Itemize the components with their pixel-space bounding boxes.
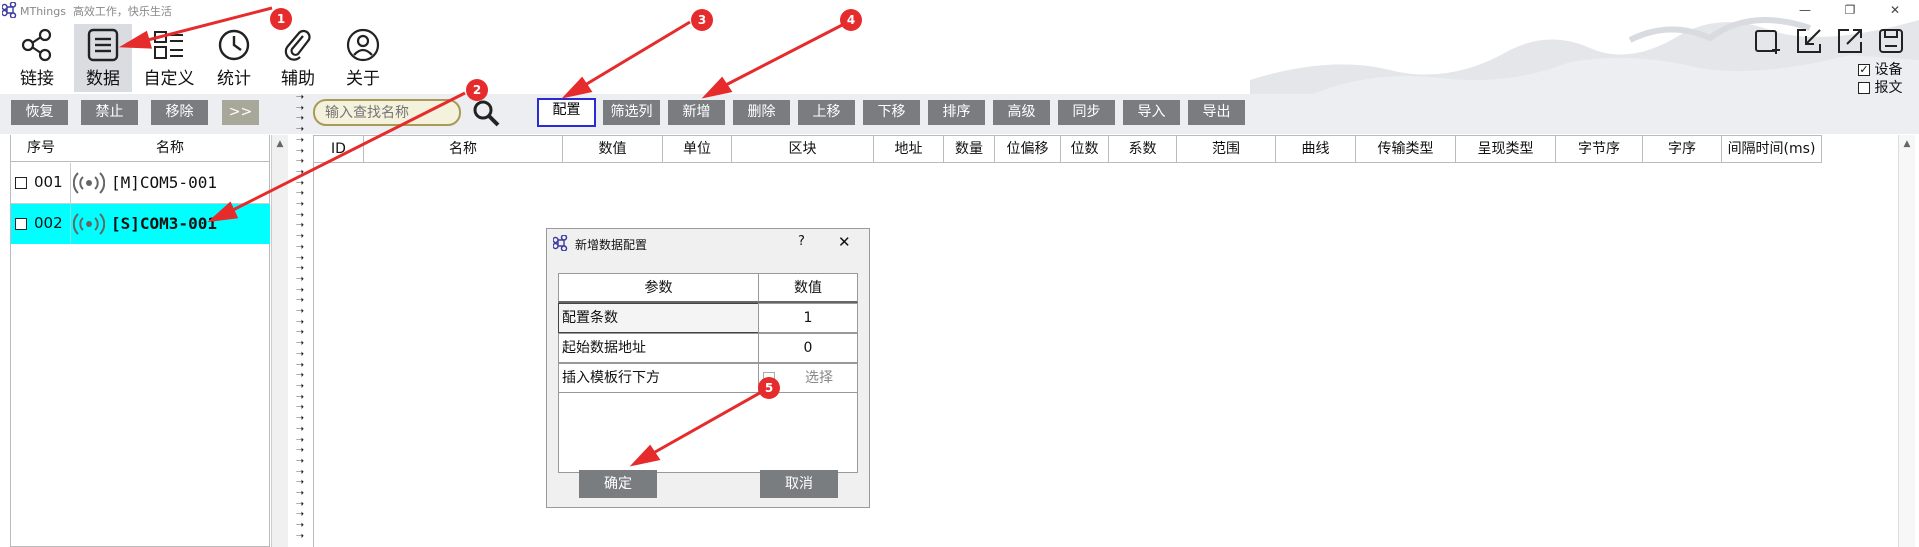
annotation-marker-5: 5 <box>758 377 780 399</box>
annotation-marker-4: 4 <box>840 9 862 31</box>
annotation-marker-2: 2 <box>466 79 488 101</box>
annotation-marker-1: 1 <box>270 8 292 30</box>
annotation-marker-3: 3 <box>691 9 713 31</box>
annotation-arrows <box>118 6 849 467</box>
